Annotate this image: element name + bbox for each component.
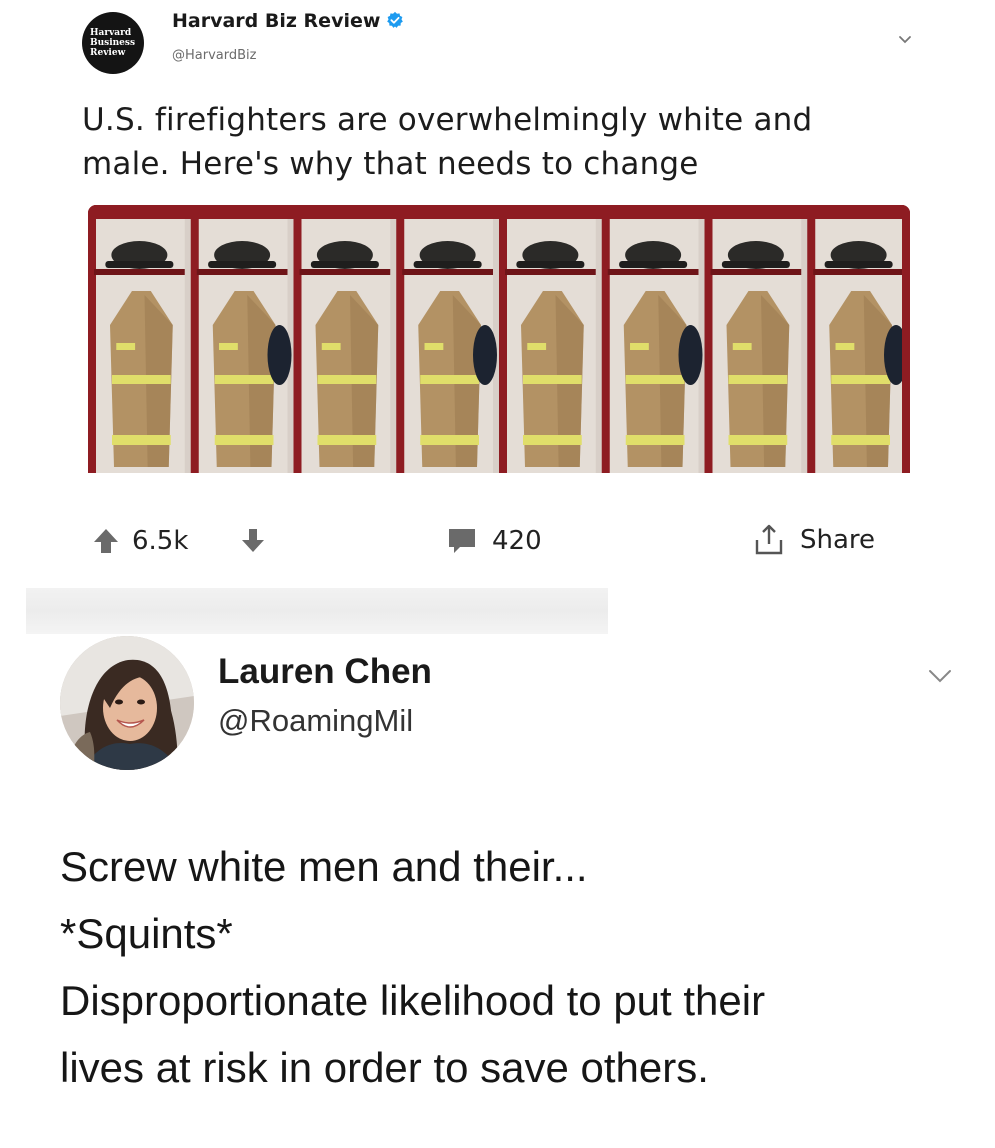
locker-post — [704, 205, 713, 473]
hbr-logo-avatar[interactable]: Harvard Business Review — [82, 12, 144, 74]
reflective-stripe — [112, 375, 171, 384]
reflective-stripe — [317, 435, 377, 445]
tweet-text-line-1: U.S. firefighters are overwhelmingly whi… — [82, 102, 813, 138]
action-bar: 6.5k 420 Share — [0, 520, 930, 570]
reflective-stripe — [625, 375, 685, 384]
reflective-stripe — [112, 435, 171, 445]
verified-badge-icon — [387, 11, 404, 28]
reflective-stripe — [317, 375, 377, 384]
comments-button[interactable]: 420 — [446, 526, 542, 556]
reflective-stripe — [831, 435, 890, 445]
tweet-text-line-2: male. Here's why that needs to change — [82, 146, 699, 182]
reflective-stripe — [214, 375, 274, 384]
author-name-text: Harvard Biz Review — [172, 10, 381, 32]
comment-count: 420 — [492, 526, 542, 556]
reflective-stripe — [630, 343, 649, 350]
reflective-stripe — [214, 435, 274, 445]
helmet-brim — [619, 261, 688, 268]
tweet-text: U.S. firefighters are overwhelmingly whi… — [82, 98, 922, 186]
locker-post — [807, 205, 816, 473]
reflective-stripe — [625, 435, 685, 445]
locker-post — [499, 205, 507, 473]
helmet-brim — [208, 261, 277, 268]
reply-line-4: lives at risk in order to save others. — [60, 1044, 709, 1091]
reflective-stripe — [420, 435, 479, 445]
reflective-stripe — [728, 435, 788, 445]
arrow-down-icon — [242, 529, 264, 552]
reflective-stripe — [732, 343, 752, 350]
reply-line-1: Screw white men and their... — [60, 843, 588, 890]
locker-post — [88, 205, 96, 473]
locker-shelf — [607, 269, 699, 275]
locker-shelf — [402, 269, 493, 275]
comment-bubble-icon — [449, 529, 475, 553]
profile-photo — [60, 636, 194, 770]
author-name[interactable]: Harvard Biz Review — [172, 10, 404, 32]
hbr-tweet-card: Harvard Business Review Harvard Biz Revi… — [60, 0, 930, 500]
helmet-brim — [516, 261, 585, 268]
chevron-down-icon[interactable] — [926, 666, 954, 686]
firefighter-gear-photo[interactable] — [88, 205, 910, 473]
lauren-chen-avatar[interactable] — [60, 636, 194, 770]
logo-line-1: Harvard — [90, 28, 132, 38]
logo-line-3: Review — [90, 48, 126, 58]
helmet-brim — [310, 261, 379, 268]
locker-post — [190, 205, 199, 473]
reflective-stripe — [219, 343, 238, 350]
arrow-up-icon — [94, 529, 118, 553]
hood — [678, 325, 703, 385]
locker-post — [601, 205, 610, 473]
reply-text: Screw white men and their... *Squints* D… — [60, 833, 980, 1101]
hood — [473, 325, 497, 385]
reflective-stripe — [527, 343, 547, 350]
reflective-stripe — [831, 375, 890, 384]
downvote-button[interactable] — [240, 528, 266, 554]
chevron-down-icon[interactable] — [896, 30, 914, 48]
reflective-stripe — [424, 343, 444, 350]
reflective-stripe — [523, 435, 582, 445]
logo-line-2: Business — [90, 38, 136, 48]
reflective-stripe — [116, 343, 136, 350]
locker-post — [293, 205, 302, 473]
reflective-stripe — [835, 343, 855, 350]
lauren-chen-name[interactable]: Lauren Chen — [218, 652, 432, 692]
hood — [267, 325, 292, 385]
author-handle[interactable]: @HarvardBiz — [172, 48, 256, 63]
locker-post — [902, 205, 910, 473]
helmet-brim — [105, 261, 174, 268]
gear-photo-graphic — [88, 205, 910, 473]
reflective-stripe — [321, 343, 341, 350]
locker-shelf — [299, 269, 391, 275]
reflective-stripe — [420, 375, 479, 384]
share-button[interactable]: Share — [752, 522, 875, 558]
post-divider — [26, 588, 608, 634]
reply-line-3: Disproportionate likelihood to put their — [60, 977, 766, 1024]
locker-shelf — [196, 269, 288, 275]
locker-shelf — [813, 269, 904, 275]
share-label: Share — [800, 525, 876, 555]
locker-shelf — [94, 269, 185, 275]
helmet-brim — [721, 261, 790, 268]
locker-shelf — [505, 269, 596, 275]
share-icon — [755, 524, 783, 555]
reflective-stripe — [728, 375, 788, 384]
helmet-brim — [824, 261, 893, 268]
reply-line-2: *Squints* — [60, 910, 233, 957]
locker-post — [396, 205, 405, 473]
upvote-button[interactable]: 6.5k — [92, 526, 188, 556]
lauren-chen-handle[interactable]: @RoamingMil — [218, 703, 413, 739]
helmet-brim — [413, 261, 482, 268]
locker-shelf — [710, 269, 802, 275]
reflective-stripe — [523, 375, 582, 384]
upvote-count: 6.5k — [132, 526, 189, 556]
